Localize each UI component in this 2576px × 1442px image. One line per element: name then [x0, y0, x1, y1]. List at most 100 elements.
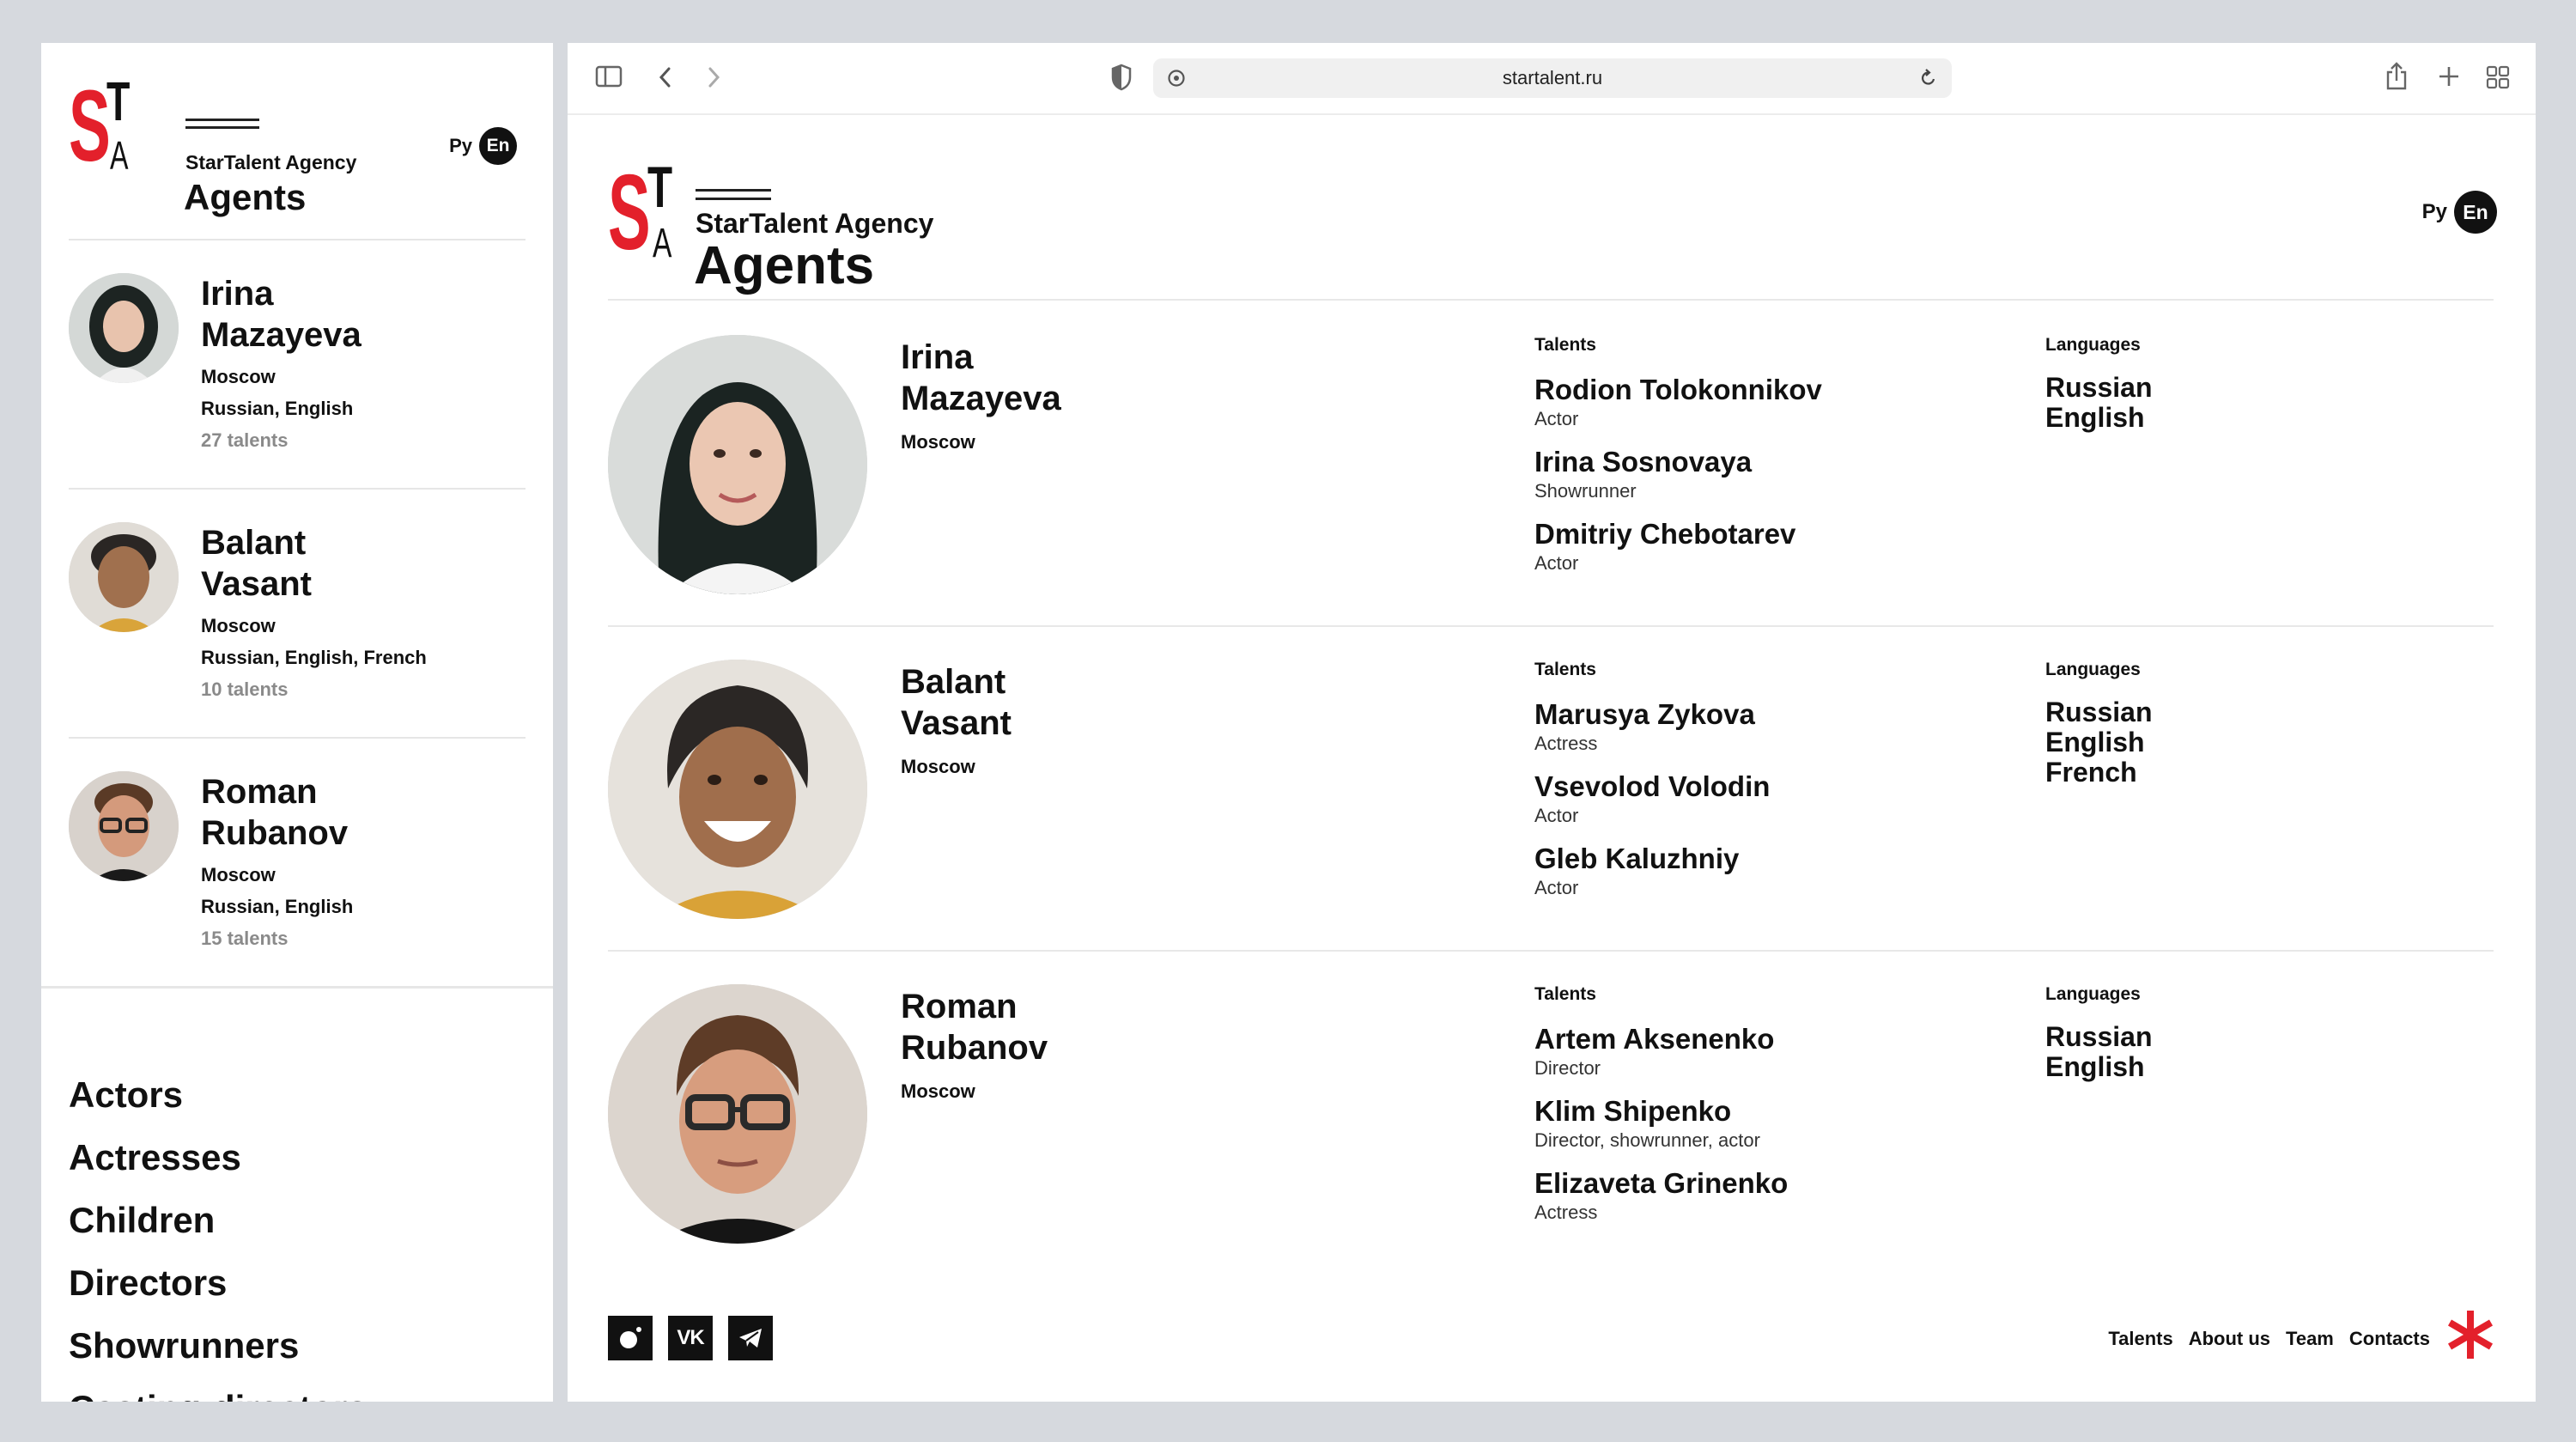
menu-item-children[interactable]: Children: [69, 1189, 368, 1251]
agency-name: StarTalent Agency: [185, 151, 357, 173]
agent-photo[interactable]: [608, 660, 867, 919]
talent-item[interactable]: Elizaveta Grinenko Actress: [1534, 1166, 2015, 1238]
forward-icon[interactable]: [705, 65, 722, 89]
talent-role: Actor: [1534, 805, 1579, 826]
language-item: English: [2045, 402, 2145, 433]
agent-last-name: Vasant: [201, 565, 312, 603]
talents-column: Talents Marusya Zykova Actress Vsevolod …: [1534, 660, 2015, 914]
avatar-roman-icon: [69, 771, 179, 881]
footer-link-talents[interactable]: Talents: [2108, 1328, 2172, 1350]
url-text: startalent.ru: [1502, 67, 1603, 88]
agent-first-name: Roman: [201, 773, 318, 811]
talent-item[interactable]: Irina Sosnovaya Showrunner: [1534, 445, 2015, 517]
talent-role: Actor: [1534, 877, 1579, 898]
languages-column: Languages Russian English French: [2045, 660, 2303, 788]
talent-item[interactable]: Klim Shipenko Director, showrunner, acto…: [1534, 1094, 2015, 1166]
language-item: English: [2045, 1051, 2145, 1082]
asterisk-icon[interactable]: [2447, 1309, 2494, 1360]
mobile-logo[interactable]: S T A: [69, 67, 137, 196]
menu-item-showrunners[interactable]: Showrunners: [69, 1314, 368, 1377]
page-title: Agents: [694, 236, 875, 295]
agent-name: Irina Mazayeva: [201, 273, 493, 356]
back-icon[interactable]: [657, 65, 674, 89]
agent-name: Balant Vasant: [201, 522, 493, 605]
agent-last-name: Mazayeva: [201, 316, 361, 354]
logo-letter-a: A: [653, 221, 672, 266]
lang-ru-option[interactable]: Ру: [449, 135, 472, 157]
telegram-link[interactable]: [728, 1316, 773, 1360]
agent-photo[interactable]: [608, 335, 867, 594]
agent-row: Balant Vasant Moscow Talents Marusya Zyk…: [608, 660, 2494, 952]
mobile-menu: Actors Actresses Children Directors Show…: [69, 1063, 368, 1402]
divider: [69, 488, 526, 490]
talent-name: Marusya Zykova: [1534, 698, 1755, 730]
agent-name[interactable]: Irina Mazayeva: [901, 337, 1244, 419]
talent-item[interactable]: Vsevolod Volodin Actor: [1534, 770, 2015, 842]
talent-item[interactable]: Marusya Zykova Actress: [1534, 697, 2015, 770]
lang-en-option[interactable]: En: [479, 127, 517, 165]
sidebar-icon[interactable]: [595, 65, 623, 89]
talent-item[interactable]: Rodion Tolokonnikov Actor: [1534, 373, 2015, 445]
menu-item-actresses[interactable]: Actresses: [69, 1126, 368, 1189]
menu-item-directors[interactable]: Directors: [69, 1251, 368, 1314]
talent-role: Actor: [1534, 408, 1579, 429]
talent-role: Showrunner: [1534, 480, 1637, 502]
agent-city: Moscow: [901, 756, 975, 777]
languages-label: Languages: [2045, 335, 2141, 355]
divider: [608, 950, 2494, 952]
share-icon[interactable]: [2385, 62, 2409, 91]
avatar-roman-icon: [608, 984, 867, 1244]
vk-link[interactable]: VK: [668, 1316, 713, 1360]
address-bar[interactable]: startalent.ru: [1153, 58, 1952, 98]
mobile-agent-card[interactable]: Balant Vasant Moscow Russian, English, F…: [69, 522, 526, 745]
vk-icon: VK: [677, 1326, 704, 1349]
talent-item[interactable]: Dmitriy Chebotarev Actor: [1534, 517, 2015, 589]
agent-languages: Russian, English, French: [201, 647, 427, 668]
talents-column: Talents Artem Aksenenko Director Klim Sh…: [1534, 984, 2015, 1238]
instagram-icon: [620, 1327, 641, 1348]
agent-first-name: Roman: [901, 988, 1018, 1025]
avatar-irina-icon: [608, 335, 867, 594]
shield-icon[interactable]: [1110, 64, 1133, 91]
new-tab-icon[interactable]: [2438, 65, 2460, 88]
agent-name[interactable]: Roman Rubanov: [901, 986, 1244, 1068]
mobile-agent-card[interactable]: Irina Mazayeva Moscow Russian, English 2…: [69, 273, 526, 496]
agent-city: Moscow: [201, 615, 276, 636]
agent-last-name: Rubanov: [901, 1029, 1048, 1067]
talent-item[interactable]: Artem Aksenenko Director: [1534, 1022, 2015, 1094]
reload-icon[interactable]: [1919, 69, 1938, 88]
site-logo[interactable]: S T A: [608, 139, 685, 268]
languages-label: Languages: [2045, 984, 2141, 1004]
page-header: S T A StarTalent Agency Agents Ру En: [608, 139, 2497, 295]
footer-link-about[interactable]: About us: [2189, 1328, 2270, 1350]
lang-ru-option[interactable]: Ру: [2422, 200, 2447, 224]
instagram-link[interactable]: [608, 1316, 653, 1360]
talent-name: Irina Sosnovaya: [1534, 446, 1753, 478]
logo-lines: [696, 189, 771, 206]
agent-first-name: Irina: [901, 338, 974, 376]
logo-letter-a: A: [110, 133, 129, 178]
screen-frame: S T A StarTalent Agency Agents Ру En Iri…: [0, 0, 2576, 1442]
talents-label: Talents: [1534, 660, 1596, 679]
mobile-agent-card[interactable]: Roman Rubanov Moscow Russian, English 15…: [69, 771, 526, 995]
footer-nav: Talents About us Team Contacts: [2093, 1328, 2430, 1350]
footer-link-contacts[interactable]: Contacts: [2349, 1328, 2430, 1350]
agent-talent-count: 27 talents: [201, 429, 289, 451]
tab-overview-icon[interactable]: [2486, 65, 2510, 89]
logo-letter-s: S: [69, 70, 111, 183]
footer-link-team[interactable]: Team: [2286, 1328, 2334, 1350]
menu-item-actors[interactable]: Actors: [69, 1063, 368, 1126]
section-divider: [41, 986, 553, 989]
talents-label: Talents: [1534, 984, 1596, 1004]
talent-role: Director: [1534, 1057, 1601, 1079]
language-switch: Ру En: [2422, 191, 2497, 234]
agent-name[interactable]: Balant Vasant: [901, 661, 1244, 744]
mobile-preview: S T A StarTalent Agency Agents Ру En Iri…: [41, 43, 553, 1402]
talent-name: Gleb Kaluzhniy: [1534, 843, 1740, 874]
logo-letter-s: S: [608, 154, 651, 272]
talent-item[interactable]: Gleb Kaluzhniy Actor: [1534, 842, 2015, 914]
menu-item-casting-directors[interactable]: Casting-directors: [69, 1377, 368, 1402]
agent-photo[interactable]: [608, 984, 867, 1244]
agent-talent-count: 10 talents: [201, 678, 289, 700]
lang-en-option[interactable]: En: [2454, 191, 2497, 234]
